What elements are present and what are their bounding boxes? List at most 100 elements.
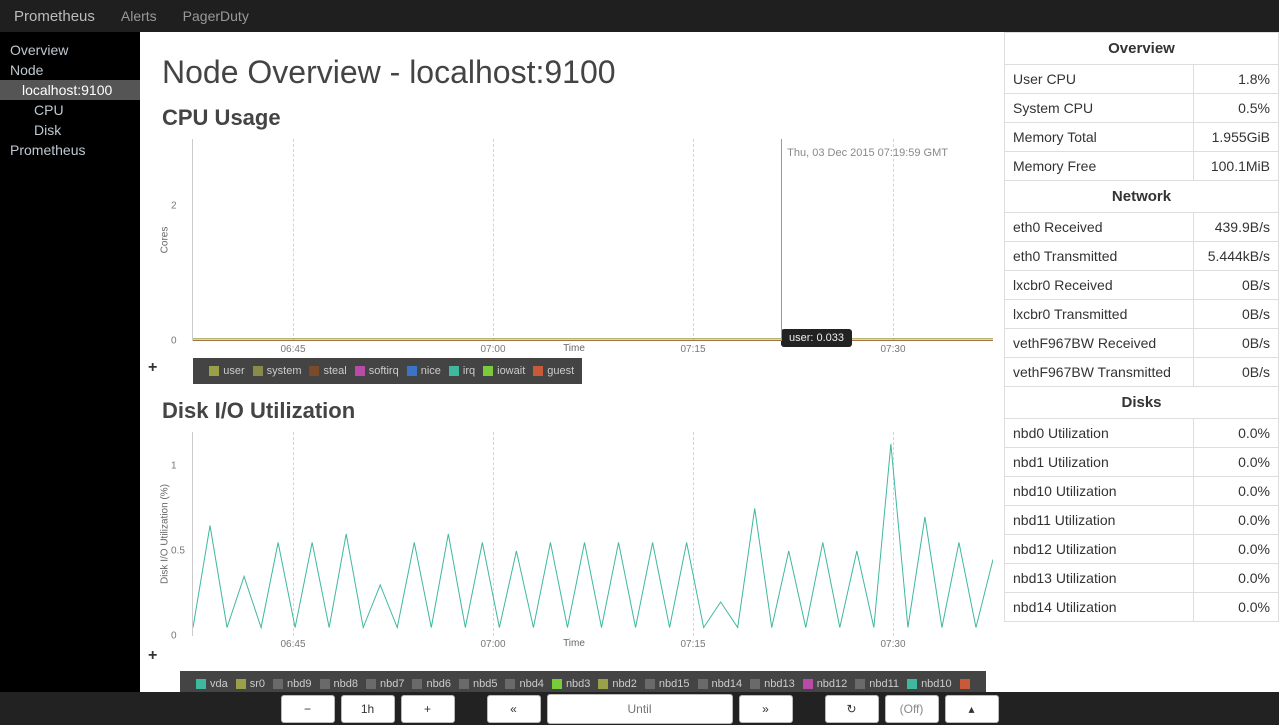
legend-label[interactable]: nbd2 <box>612 678 636 690</box>
legend-swatch[interactable] <box>960 679 970 689</box>
legend-swatch[interactable] <box>459 679 469 689</box>
legend-label[interactable]: nbd10 <box>921 678 952 690</box>
legend-swatch[interactable] <box>533 366 543 376</box>
legend-swatch[interactable] <box>236 679 246 689</box>
y-tick: 0.5 <box>171 546 185 557</box>
metric-value: 0.0% <box>1193 506 1278 535</box>
legend-label[interactable]: nbd7 <box>380 678 404 690</box>
legend-swatch[interactable] <box>645 679 655 689</box>
step-back-button[interactable]: « <box>487 695 541 723</box>
legend-label[interactable]: softirq <box>369 365 399 377</box>
nav-item-alerts[interactable]: Alerts <box>121 8 157 24</box>
sidebar-item-localhost-9100[interactable]: localhost:9100 <box>0 80 140 100</box>
legend-swatch[interactable] <box>505 679 515 689</box>
legend-swatch[interactable] <box>483 366 493 376</box>
metric-name: eth0 Received <box>1005 213 1194 242</box>
table-row: nbd10 Utilization0.0% <box>1005 477 1279 506</box>
legend-swatch[interactable] <box>355 366 365 376</box>
cpu-add-button[interactable]: + <box>148 359 157 376</box>
legend-swatch[interactable] <box>552 679 562 689</box>
legend-label[interactable]: nbd4 <box>519 678 543 690</box>
refresh-button[interactable]: ↻ <box>825 695 879 723</box>
metric-name: nbd11 Utilization <box>1005 506 1194 535</box>
autorefresh-caret-button[interactable]: ▴ <box>945 695 999 723</box>
metric-value: 0.0% <box>1193 448 1278 477</box>
legend-label[interactable]: system <box>267 365 302 377</box>
x-tick: 07:00 <box>480 639 505 650</box>
legend-swatch[interactable] <box>907 679 917 689</box>
step-forward-button[interactable]: » <box>739 695 793 723</box>
legend-label[interactable]: nbd14 <box>712 678 743 690</box>
table-row: eth0 Transmitted5.444kB/s <box>1005 242 1279 271</box>
legend-swatch[interactable] <box>598 679 608 689</box>
table-row: nbd13 Utilization0.0% <box>1005 564 1279 593</box>
table-row: User CPU1.8% <box>1005 65 1279 94</box>
legend-label[interactable]: nbd15 <box>659 678 690 690</box>
legend-swatch[interactable] <box>273 679 283 689</box>
legend-label[interactable]: nbd11 <box>869 678 899 690</box>
legend-swatch[interactable] <box>320 679 330 689</box>
legend-swatch[interactable] <box>366 679 376 689</box>
legend-swatch[interactable] <box>750 679 760 689</box>
legend-label[interactable]: guest <box>547 365 574 377</box>
legend-label[interactable]: nbd13 <box>764 678 795 690</box>
metric-value: 1.955GiB <box>1193 123 1278 152</box>
range-button[interactable]: 1h <box>341 695 395 723</box>
legend-swatch[interactable] <box>698 679 708 689</box>
metric-value: 0.0% <box>1193 419 1278 448</box>
legend-swatch[interactable] <box>309 366 319 376</box>
legend-label[interactable]: nbd8 <box>334 678 358 690</box>
legend-label[interactable]: steal <box>323 365 346 377</box>
nav-item-pagerduty[interactable]: PagerDuty <box>183 8 249 24</box>
zoom-in-button[interactable]: + <box>401 695 455 723</box>
legend-label[interactable]: nbd9 <box>287 678 311 690</box>
legend-swatch[interactable] <box>855 679 865 689</box>
sidebar-item-disk[interactable]: Disk <box>0 120 140 140</box>
zoom-out-button[interactable]: − <box>281 695 335 723</box>
brand[interactable]: Prometheus <box>14 8 95 25</box>
legend-label[interactable]: nbd6 <box>426 678 450 690</box>
sidebar-item-cpu[interactable]: CPU <box>0 100 140 120</box>
legend-label[interactable]: vda <box>210 678 228 690</box>
sidebar-item-node[interactable]: Node <box>0 60 140 80</box>
legend-label[interactable]: irq <box>463 365 475 377</box>
sidebar-item-overview[interactable]: Overview <box>0 40 140 60</box>
legend-label[interactable]: nice <box>421 365 441 377</box>
autorefresh-off-button[interactable]: (Off) <box>885 695 939 723</box>
cpu-chart[interactable]: Cores Thu, 03 Dec 2015 07:19:59 GMT 0206… <box>192 139 986 341</box>
disk-add-button[interactable]: + <box>148 647 157 664</box>
metric-name: Memory Free <box>1005 152 1194 181</box>
table-row: nbd14 Utilization0.0% <box>1005 593 1279 622</box>
disk-legend[interactable]: vda sr0 nbd9 nbd8 nbd7 nbd6 nbd5 nbd4 nbd3 nbd2 nb… <box>180 671 986 692</box>
sidebar-item-prometheus[interactable]: Prometheus <box>0 140 140 160</box>
legend-label[interactable]: nbd5 <box>473 678 497 690</box>
legend-swatch[interactable] <box>449 366 459 376</box>
table-row: lxcbr0 Transmitted0B/s <box>1005 300 1279 329</box>
legend-swatch[interactable] <box>209 366 219 376</box>
x-tick: 07:15 <box>680 639 705 650</box>
legend-swatch[interactable] <box>407 366 417 376</box>
legend-swatch[interactable] <box>196 679 206 689</box>
until-input[interactable] <box>547 694 733 724</box>
legend-swatch[interactable] <box>412 679 422 689</box>
table-row: Memory Total1.955GiB <box>1005 123 1279 152</box>
metric-name: System CPU <box>1005 94 1194 123</box>
legend-label[interactable]: user <box>223 365 244 377</box>
x-tick: 06:45 <box>280 344 305 355</box>
legend-label[interactable]: iowait <box>497 365 525 377</box>
metric-value: 0B/s <box>1193 271 1278 300</box>
legend-label[interactable]: nbd12 <box>817 678 848 690</box>
metric-value: 0.0% <box>1193 564 1278 593</box>
page-title: Node Overview - localhost:9100 <box>162 54 986 91</box>
metric-name: lxcbr0 Received <box>1005 271 1194 300</box>
cpu-legend[interactable]: user system steal softirq nice irq iowait guest <box>193 358 582 384</box>
disk-chart[interactable]: Disk I/O Utilization (%) 00.5106:4507:00… <box>192 432 986 636</box>
legend-label[interactable]: sr0 <box>250 678 265 690</box>
legend-swatch[interactable] <box>803 679 813 689</box>
metric-value: 0B/s <box>1193 300 1278 329</box>
table-row: nbd0 Utilization0.0% <box>1005 419 1279 448</box>
legend-label[interactable]: nbd3 <box>566 678 590 690</box>
legend-swatch[interactable] <box>253 366 263 376</box>
cpu-section-title: CPU Usage <box>162 105 986 131</box>
table-row: System CPU0.5% <box>1005 94 1279 123</box>
